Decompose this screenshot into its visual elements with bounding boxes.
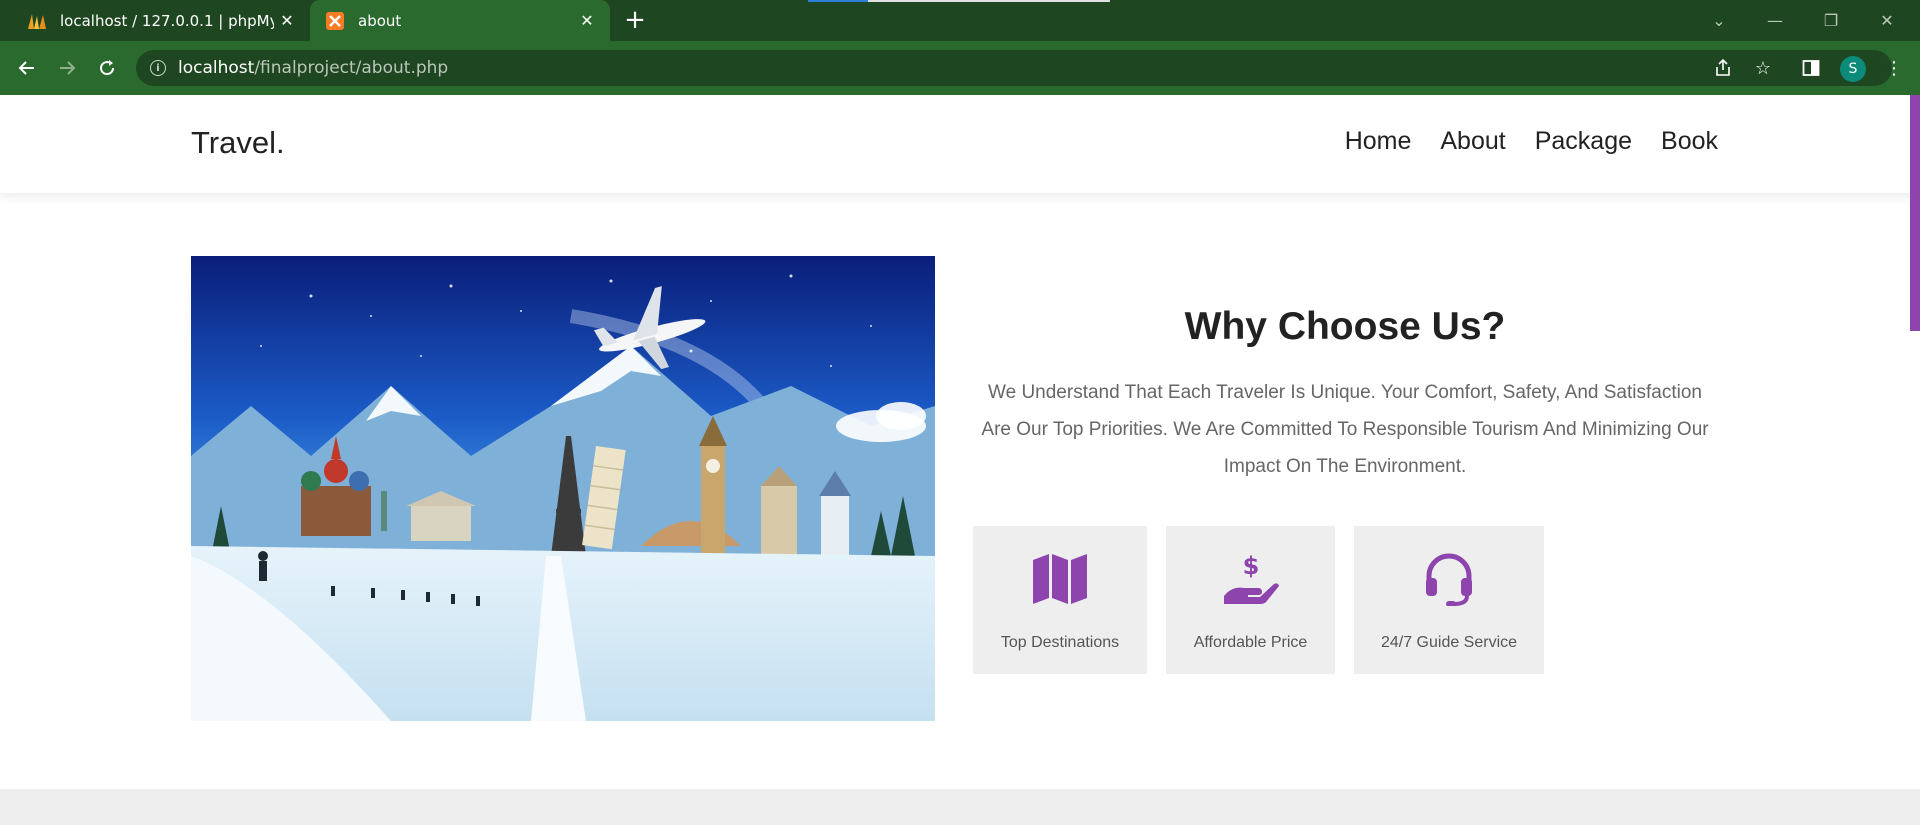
side-panel-icon[interactable] [1797, 54, 1825, 82]
url-path: /finalproject/about.php [254, 58, 449, 78]
feature-card-affordable-price: $ Affordable Price [1166, 526, 1335, 674]
tab-about[interactable]: about ✕ [310, 0, 610, 41]
feature-label: Affordable Price [1193, 634, 1308, 651]
features-row: Top Destinations $ Affordable Price 24/7… [973, 526, 1544, 674]
feature-card-top-destinations: Top Destinations [973, 526, 1147, 674]
menu-kebab-icon[interactable]: ⋮ [1880, 54, 1908, 82]
reload-icon[interactable] [91, 52, 123, 84]
tab-title: about [358, 11, 402, 30]
close-window-icon[interactable]: ✕ [1864, 0, 1910, 41]
feature-card-guide-service: 24/7 Guide Service [1354, 526, 1544, 674]
travel-collage-image [191, 256, 935, 721]
forward-arrow-icon[interactable] [51, 52, 83, 84]
site-header: Travel. Home About Package Book [0, 95, 1920, 193]
profile-avatar[interactable]: S [1840, 56, 1866, 82]
nav-book[interactable]: Book [1661, 127, 1718, 156]
site-info-icon[interactable]: i [150, 60, 166, 76]
new-tab-button[interactable]: + [620, 6, 650, 36]
nav-home[interactable]: Home [1345, 127, 1412, 156]
section-description: We Understand That Each Traveler Is Uniq… [981, 382, 1709, 477]
back-arrow-icon[interactable] [11, 52, 43, 84]
restore-icon[interactable]: ❐ [1808, 0, 1854, 41]
tab-phpmyadmin[interactable]: localhost / 127.0.0.1 | phpMyAdm ✕ [12, 0, 310, 41]
tab-strip: localhost / 127.0.0.1 | phpMyAdm ✕ about… [0, 0, 1920, 41]
share-icon[interactable] [1709, 54, 1737, 82]
address-bar[interactable]: i localhost/finalproject/about.php [136, 50, 1892, 86]
nav-about[interactable]: About [1440, 127, 1505, 156]
url-host: localhost [178, 58, 255, 78]
bookmark-star-icon[interactable]: ☆ [1749, 54, 1777, 82]
section-heading: Why Choose Us? [1184, 305, 1506, 348]
feature-label: Top Destinations [1000, 634, 1120, 651]
browser-toolbar: i localhost/finalproject/about.php ☆ S ⋮ [0, 41, 1920, 95]
xampp-favicon-icon [324, 10, 346, 32]
headset-icon [1420, 552, 1478, 606]
tab-title: localhost / 127.0.0.1 | phpMyAdm [60, 11, 274, 30]
map-icon [1031, 552, 1089, 606]
phpmyadmin-favicon-icon [26, 10, 48, 32]
site-logo[interactable]: Travel. [191, 125, 285, 161]
close-tab-icon[interactable]: ✕ [574, 11, 600, 30]
page-scrollbar[interactable] [1910, 95, 1920, 331]
why-choose-us-section: Why Choose Us? We Understand That Each T… [974, 305, 1716, 485]
page-content: Travel. Home About Package Book Why Choo… [0, 95, 1920, 825]
main-nav: Home About Package Book [1345, 127, 1718, 156]
svg-text:$: $ [1242, 552, 1259, 580]
nav-package[interactable]: Package [1535, 127, 1632, 156]
hand-dollar-icon: $ [1222, 552, 1280, 606]
minimize-icon[interactable]: — [1752, 0, 1798, 41]
tab-search-strip-accent [808, 0, 868, 2]
url-text: localhost/finalproject/about.php [178, 58, 448, 78]
feature-label: 24/7 Guide Service [1380, 634, 1518, 651]
tab-search-chevron-icon[interactable]: ⌄ [1696, 0, 1742, 41]
next-section-band [0, 789, 1920, 825]
close-tab-icon[interactable]: ✕ [274, 11, 300, 30]
